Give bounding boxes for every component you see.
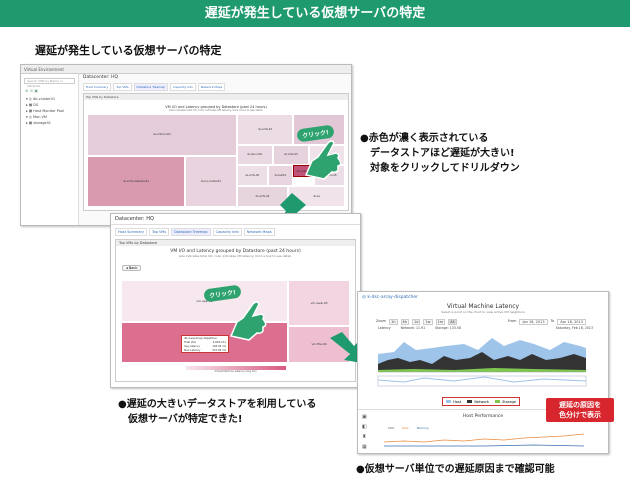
legend-host[interactable]: Host [446,400,461,404]
treemap-cell[interactable]: ds-vmfs-03 [236,114,294,145]
chart-title: Virtual Machine Latency [446,303,520,310]
host-performance-chart[interactable] [384,428,584,450]
to-date-input[interactable]: Apr 18, 2013 [557,319,586,325]
sidebar-toolbar[interactable]: ⊕ ⊘ ▣ [25,88,78,93]
tab-datastore-treemap[interactable]: Datastore Treemap [171,228,211,236]
zoom-button[interactable]: 1d [412,319,421,325]
date-range: From Jan 18, 2013 To Apr 18, 2013 [508,319,586,325]
zoom-controls: Zoom 1h 6h 1d 1w 1m All [376,319,457,325]
latency-legend: Virtual Machine Latency (avg ms) [185,366,286,376]
panel-icon[interactable]: ▦ [362,444,367,450]
panel-icon[interactable]: ◧ [362,424,367,430]
chart-note: Select a point on the chart to view acti… [441,310,525,314]
tab-bar: Host Summary Top VMs Datastore Treemap C… [115,228,360,236]
zoom-button[interactable]: 1w [423,319,433,325]
treemap-note: size indicates total I/O, color indicate… [178,254,292,258]
panel-icon[interactable]: ▣ [362,414,367,420]
vm-name[interactable]: ◎ k-dsc-array-dispatcher [358,292,608,303]
tree-item[interactable]: ▸ ▦ storage01 [26,120,78,126]
treemap-cell[interactable]: vm-web-03 [288,280,350,326]
vm-search-input[interactable]: Search VMs by Name or Attribute [24,78,75,88]
treemap-note: size indicates total I/O, color indicate… [168,109,264,112]
tab-host-summary[interactable]: Host Summary [83,83,112,91]
callout-root-cause: ●仮想サーバ単位での遅延原因まで確認可能 [356,464,555,475]
from-date-input[interactable]: Jan 18, 2013 [519,319,548,325]
back-button[interactable]: ◂ Back [122,265,142,271]
pointing-hand-icon [229,301,267,341]
vm-tooltip: db-d-sql-array-dispatcher Total I/Os 4,06… [181,335,229,353]
latency-area-chart[interactable] [374,330,590,396]
legend-network[interactable]: Network [467,400,489,404]
chart-legend: Host Network Storage [442,397,520,406]
panel-header: Top VMs by Datastore [84,94,348,100]
datacenter-title: Datacenter: HQ [111,214,360,225]
pointing-hand-icon [304,140,342,180]
callout-drilldown: ●赤色が濃く表示されている データストアほど遅延が大きい! 対象をクリックしてド… [360,133,520,174]
vm-latency-screenshot: ◎ k-dsc-array-dispatcher Virtual Machine… [357,291,609,454]
tab-host-summary[interactable]: Host Summary [115,228,147,236]
legend-storage[interactable]: Storage [495,400,516,404]
inventory-sidebar: Search VMs by Name or Attribute ⊕ ⊘ ▣ ▾ … [21,74,79,225]
panel-header: Top VMs by Datastore [116,240,355,246]
section-subtitle: 遅延が発生している仮想サーバの特定 [35,44,222,57]
inventory-tree: ▾ ◎ db-cluster01 ▸ ▦ DS ▸ ▦ Host Monitor… [26,96,78,126]
zoom-button[interactable]: All [448,319,457,325]
window-title: Virtual Environment [21,65,351,74]
tab-datastore-treemap[interactable]: Datastore Treemap [133,83,169,91]
page-banner: 遅延が発生している仮想サーバの特定 [0,0,630,27]
treemap-cell[interactable]: ds-dev-vmfs [236,144,273,166]
tab-bar: Host Summary Top VMs Datastore Treemap C… [83,83,349,91]
treemap-cell[interactable]: ds-vmfs-06 [236,165,268,186]
datacenter-title: Datacenter: HQ [83,75,119,80]
tab-top-vms[interactable]: Top VMs [149,228,170,236]
treemap-cell[interactable]: ds-lun-cluster01 [185,155,237,207]
tab-top-vms[interactable]: Top VMs [113,83,132,91]
tab-network[interactable]: Network Maps [243,228,275,236]
treemap-cell[interactable]: ds-test01 [267,165,294,186]
tab-capacity[interactable]: Capacity Info [212,228,242,236]
latency-cause-callout: 遅延の原因を 色分けで表示 [546,398,614,422]
panel-icon[interactable]: ♜ [362,434,366,440]
treemap-cell[interactable]: ds-vmfs-datastore01 [87,155,186,207]
zoom-button[interactable]: 6h [400,319,409,325]
tab-network[interactable]: Network Maps [197,83,226,91]
zoom-button[interactable]: 1m [435,319,446,325]
tab-capacity[interactable]: Capacity Info [170,83,196,91]
callout-vm-identified: ●遅延の大きいデータストアを利用している 仮想サーバが特定できた! [118,399,317,425]
treemap-cell[interactable]: ds-vmfs-lun02 [87,114,237,156]
zoom-button[interactable]: 1h [389,319,398,325]
